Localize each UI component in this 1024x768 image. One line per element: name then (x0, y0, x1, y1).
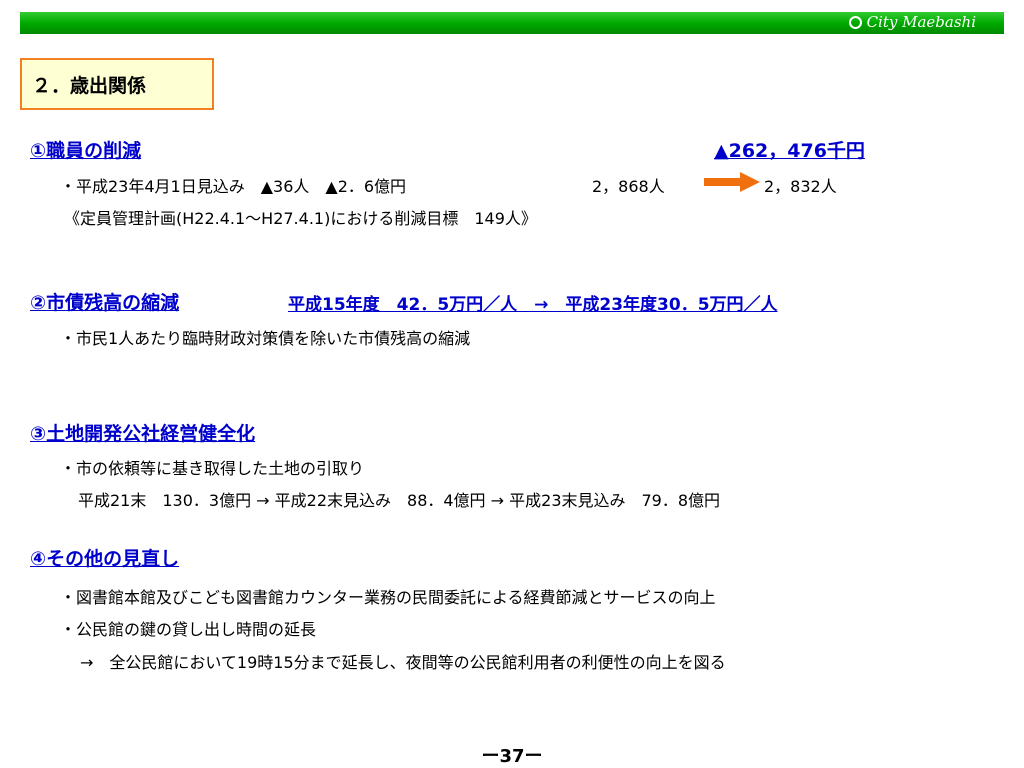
item2-title: ②市債残高の縮減 (30, 292, 180, 314)
item1-from: 2，868人 (592, 177, 665, 196)
item3-line1: ・市の依頼等に基き取得した土地の引取り (60, 459, 365, 478)
item3-title: ③土地開発公社経営健全化 (30, 423, 256, 445)
item2-subtitle: 平成15年度 42．5万円／人 → 平成23年度30．5万円／人 (288, 295, 778, 315)
brand-logo: City Maebashi (848, 13, 976, 31)
item3-line2: 平成21末 130．3億円 → 平成22末見込み 88．4億円 → 平成23末見… (78, 491, 721, 510)
item1-to: 2，832人 (764, 177, 837, 196)
item4-line2: ・公民館の鍵の貸し出し時間の延長 (60, 620, 317, 639)
item1-amount: ▲262，476千円 (714, 140, 865, 162)
header-bar: City Maebashi (20, 12, 1004, 34)
item4-title: ④その他の見直し (30, 548, 180, 570)
item1-title: ①職員の削減 (30, 140, 142, 162)
item4-line3: → 全公民館において19時15分まで延長し、夜間等の公民館利用者の利便性の向上を… (80, 653, 726, 672)
item1-line2: 《定員管理計画(H22.4.1〜H27.4.1)における削減目標 149人》 (64, 209, 537, 228)
section-title: ２．歳出関係 (32, 74, 147, 97)
item1-line1: ・平成23年4月1日見込み ▲36人 ▲2．6億円 (60, 177, 407, 196)
brand-text: City Maebashi (866, 13, 976, 31)
page-number: ー37ー (481, 746, 543, 767)
section-title-box: ２．歳出関係 (20, 58, 214, 110)
item2-line1: ・市民1人あたり臨時財政対策債を除いた市債残高の縮減 (60, 329, 471, 348)
circle-icon (848, 15, 862, 29)
item4-line1: ・図書館本館及びこども図書館カウンター業務の民間委託による経費節減とサービスの向… (60, 588, 716, 607)
right-arrow-icon (704, 172, 760, 192)
